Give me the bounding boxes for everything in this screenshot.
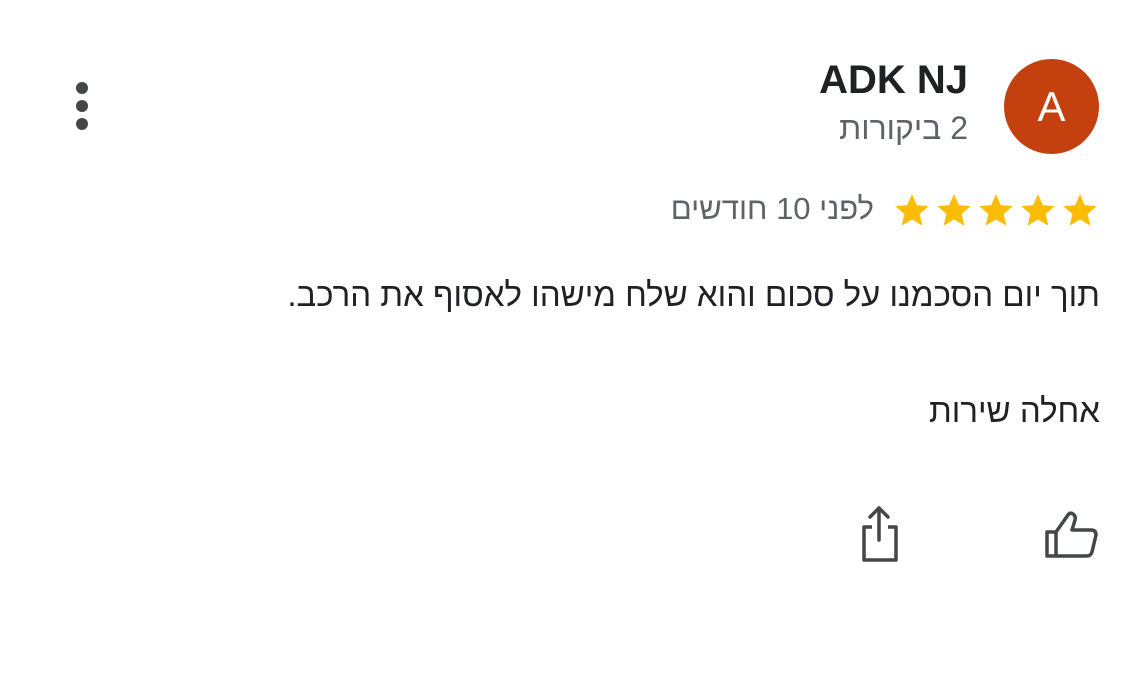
more-options-button[interactable]	[62, 78, 102, 134]
share-icon	[862, 506, 898, 562]
share-button[interactable]	[850, 505, 910, 565]
star-icon	[895, 194, 929, 226]
star-icon	[937, 194, 971, 226]
author-name[interactable]: ADK NJ	[819, 58, 968, 103]
more-vert-icon-dot-2	[76, 100, 88, 112]
review-text-line-1: תוך יום הסכמנו על סכום והוא שלח מישהו לא…	[287, 276, 1100, 313]
review-time: לפני 10 חודשים	[670, 191, 874, 226]
review-card: A ADK NJ 2 ביקורות לפני 10 חודשים תוך יו…	[0, 0, 1146, 690]
thumbs-up-icon	[1045, 511, 1098, 558]
more-vert-icon-dot-1	[76, 82, 88, 94]
star-rating	[892, 190, 1100, 232]
like-button[interactable]	[1042, 505, 1102, 565]
star-icon	[979, 194, 1013, 226]
more-vert-icon-dot-3	[76, 118, 88, 130]
star-icon	[1063, 194, 1097, 226]
avatar[interactable]: A	[1004, 59, 1099, 154]
review-text-line-2: אחלה שירות	[928, 392, 1100, 429]
author-review-count[interactable]: 2 ביקורות	[839, 110, 968, 147]
star-icon	[1021, 194, 1055, 226]
